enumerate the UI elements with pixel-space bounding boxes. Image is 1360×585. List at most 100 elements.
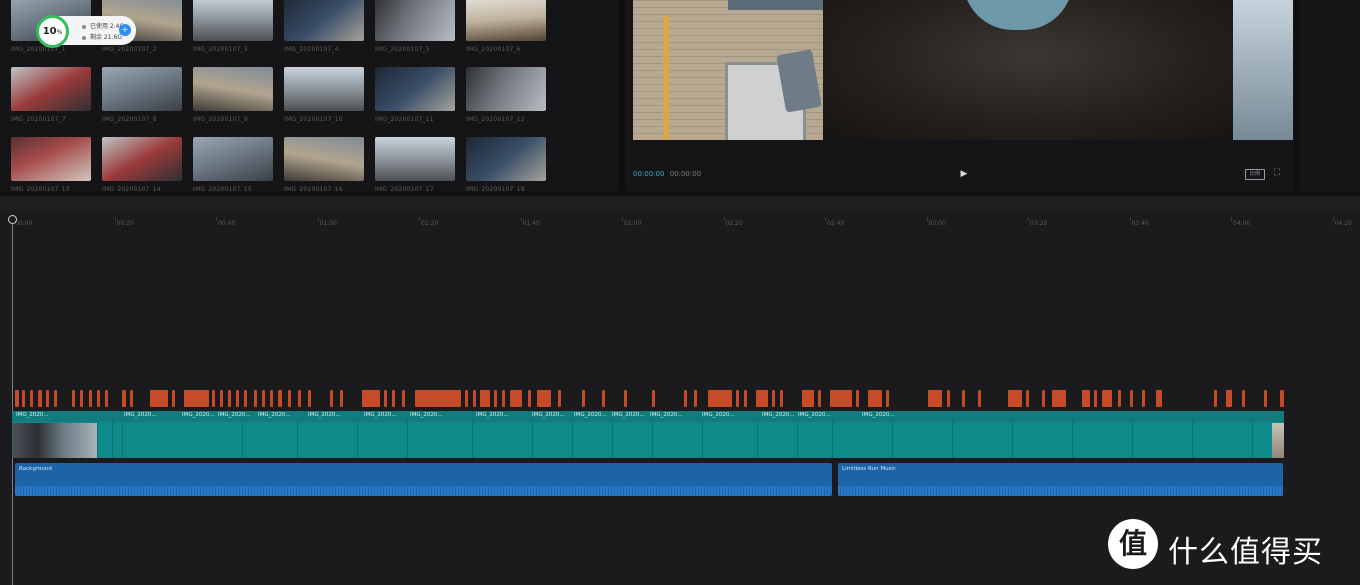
timeline-marker[interactable] <box>1264 390 1267 407</box>
timeline-marker[interactable] <box>392 390 395 407</box>
media-thumbnail[interactable] <box>375 0 455 41</box>
timeline-marker[interactable] <box>780 390 783 407</box>
timeline-marker[interactable] <box>172 390 175 407</box>
media-thumbnail[interactable] <box>11 67 91 111</box>
plus-icon[interactable]: + <box>119 24 131 36</box>
timeline-marker[interactable] <box>756 390 768 407</box>
timeline-marker[interactable] <box>72 390 75 407</box>
timeline-marker[interactable] <box>818 390 821 407</box>
video-clip-boundary[interactable] <box>297 422 298 458</box>
audio-clip[interactable]: Background <box>15 463 832 496</box>
timeline-marker[interactable] <box>30 390 33 407</box>
timeline-marker[interactable] <box>340 390 343 407</box>
video-clip-boundary[interactable] <box>652 422 653 458</box>
video-clip-boundary[interactable] <box>532 422 533 458</box>
timeline-marker[interactable] <box>22 390 25 407</box>
timeline-marker[interactable] <box>772 390 775 407</box>
timeline-marker[interactable] <box>886 390 889 407</box>
media-thumbnail[interactable] <box>193 67 273 111</box>
video-clip-boundary[interactable] <box>952 422 953 458</box>
timeline-marker[interactable] <box>480 390 490 407</box>
timeline-marker[interactable] <box>830 390 852 407</box>
media-thumbnail[interactable] <box>375 67 455 111</box>
video-clip-boundary[interactable] <box>1132 422 1133 458</box>
timeline-marker[interactable] <box>97 390 100 407</box>
timeline-marker[interactable] <box>278 390 282 407</box>
marker-track[interactable] <box>12 390 1284 407</box>
audio-clip[interactable]: Limitless Run Music <box>838 463 1283 496</box>
video-clip-boundary[interactable] <box>242 422 243 458</box>
timeline-marker[interactable] <box>415 390 461 407</box>
timeline-marker[interactable] <box>465 390 468 407</box>
video-track[interactable]: IMG_2020... IMG_2020... IMG_2020... IMG_202… <box>12 411 1284 458</box>
media-thumbnail[interactable] <box>466 137 546 181</box>
timeline-marker[interactable] <box>494 390 497 407</box>
timeline-marker[interactable] <box>1280 390 1284 407</box>
timeline-marker[interactable] <box>868 390 882 407</box>
timeline-marker[interactable] <box>402 390 405 407</box>
timeline-marker[interactable] <box>1142 390 1145 407</box>
video-clip-boundary[interactable] <box>612 422 613 458</box>
timeline-marker[interactable] <box>220 390 223 407</box>
timeline-marker[interactable] <box>228 390 231 407</box>
timeline-marker[interactable] <box>122 390 126 407</box>
timeline-marker[interactable] <box>89 390 92 407</box>
timeline-marker[interactable] <box>1214 390 1217 407</box>
fullscreen-icon[interactable]: ⛶ <box>1274 168 1284 178</box>
timeline-marker[interactable] <box>602 390 605 407</box>
video-clip-boundary[interactable] <box>797 422 798 458</box>
timeline-marker[interactable] <box>54 390 57 407</box>
timeline-marker[interactable] <box>80 390 83 407</box>
media-thumbnail[interactable] <box>193 137 273 181</box>
timeline-marker[interactable] <box>502 390 505 407</box>
media-thumbnail[interactable] <box>375 137 455 181</box>
timeline-marker[interactable] <box>1008 390 1022 407</box>
timeline-marker[interactable] <box>1026 390 1029 407</box>
video-clip-boundary[interactable] <box>122 422 123 458</box>
aspect-ratio-button[interactable]: 比例 <box>1245 169 1265 180</box>
timeline-marker[interactable] <box>947 390 950 407</box>
media-thumbnail[interactable] <box>284 67 364 111</box>
video-clip-boundary[interactable] <box>832 422 833 458</box>
timeline-marker[interactable] <box>298 390 301 407</box>
timeline-marker[interactable] <box>270 390 273 407</box>
timeline-marker[interactable] <box>1042 390 1045 407</box>
media-thumbnail[interactable] <box>11 137 91 181</box>
video-clip-boundary[interactable] <box>472 422 473 458</box>
media-thumbnail[interactable] <box>102 67 182 111</box>
storage-usage-badge[interactable]: 10% 已使用 2.4G 剩余 21.6G + <box>36 15 136 48</box>
timeline-marker[interactable] <box>1118 390 1121 407</box>
timeline-marker[interactable] <box>212 390 215 407</box>
media-thumbnail[interactable] <box>284 137 364 181</box>
timeline-marker[interactable] <box>1242 390 1245 407</box>
play-icon[interactable]: ▶ <box>957 167 971 181</box>
timeline-marker[interactable] <box>288 390 291 407</box>
video-clip-boundary[interactable] <box>1192 422 1193 458</box>
timeline-marker[interactable] <box>15 390 19 407</box>
video-clip-boundary[interactable] <box>112 422 113 458</box>
timeline-marker[interactable] <box>150 390 168 407</box>
timeline-marker[interactable] <box>736 390 739 407</box>
media-thumbnail[interactable] <box>102 137 182 181</box>
timeline-marker[interactable] <box>684 390 687 407</box>
timeline-marker[interactable] <box>330 390 333 407</box>
timeline-marker[interactable] <box>1082 390 1090 407</box>
timeline-marker[interactable] <box>130 390 133 407</box>
video-clip-boundary[interactable] <box>757 422 758 458</box>
timeline-marker[interactable] <box>1226 390 1232 407</box>
timeline-marker[interactable] <box>510 390 522 407</box>
timeline-marker[interactable] <box>473 390 476 407</box>
media-thumbnail[interactable] <box>193 0 273 41</box>
media-thumbnail[interactable] <box>284 0 364 41</box>
timeline-marker[interactable] <box>744 390 747 407</box>
timeline-marker[interactable] <box>1130 390 1133 407</box>
video-clip-boundary[interactable] <box>892 422 893 458</box>
timeline-marker[interactable] <box>528 390 531 407</box>
timeline-marker[interactable] <box>582 390 585 407</box>
preview-video-frame[interactable] <box>633 0 1293 140</box>
timeline-marker[interactable] <box>262 390 265 407</box>
video-clip-boundary[interactable] <box>97 422 98 458</box>
timeline-marker[interactable] <box>236 390 239 407</box>
timeline-marker[interactable] <box>105 390 108 407</box>
media-thumbnail[interactable] <box>466 67 546 111</box>
